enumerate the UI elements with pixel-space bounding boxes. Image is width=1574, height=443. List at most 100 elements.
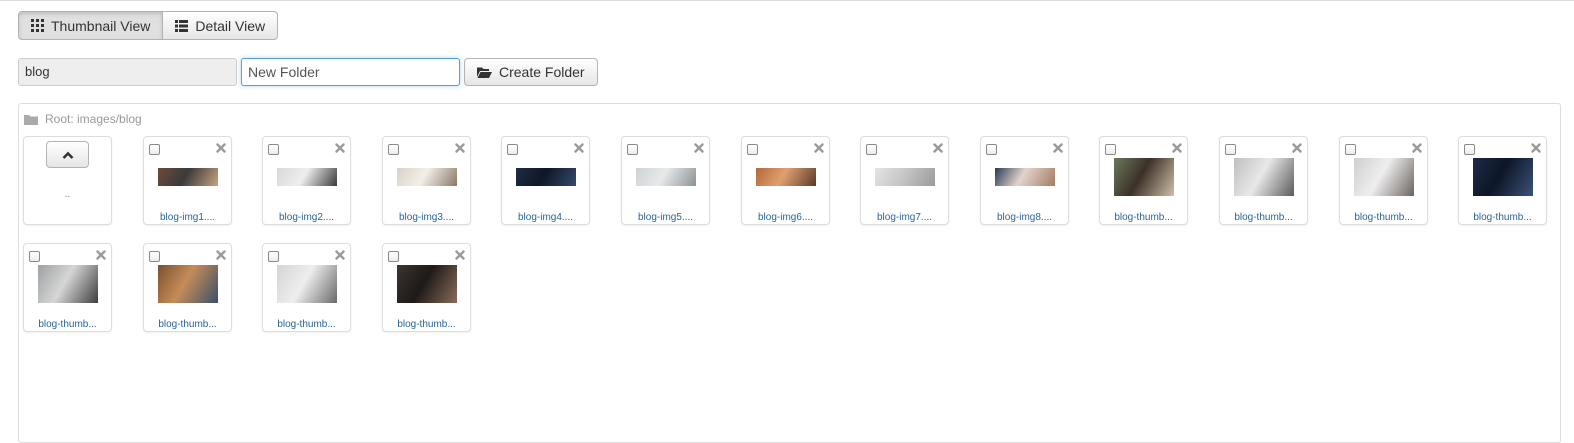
file-tile[interactable]: blog-img2....	[262, 136, 351, 225]
file-name-link[interactable]: blog-thumb...	[1100, 212, 1187, 223]
file-name-link[interactable]: blog-img3....	[383, 212, 470, 223]
file-name-link[interactable]: blog-img1....	[144, 212, 231, 223]
file-tile[interactable]: blog-thumb...	[1458, 136, 1547, 225]
delete-icon[interactable]	[1292, 143, 1302, 153]
delete-icon[interactable]	[1531, 143, 1541, 153]
detail-view-label: Detail View	[195, 17, 266, 34]
file-tile[interactable]: blog-img3....	[382, 136, 471, 225]
delete-icon[interactable]	[216, 143, 226, 153]
file-name-link[interactable]: blog-img6....	[742, 212, 829, 223]
image-thumbnail[interactable]	[1233, 157, 1294, 196]
grid-icon	[31, 19, 44, 32]
delete-icon[interactable]	[1172, 143, 1182, 153]
thumbnail-view-button[interactable]: Thumbnail View	[18, 11, 164, 40]
delete-icon[interactable]	[574, 143, 584, 153]
image-thumbnail[interactable]	[37, 264, 98, 303]
select-checkbox[interactable]	[149, 251, 160, 262]
list-icon	[175, 19, 189, 32]
select-checkbox[interactable]	[388, 144, 399, 155]
delete-icon[interactable]	[814, 143, 824, 153]
file-tile[interactable]: blog-thumb...	[1219, 136, 1308, 225]
image-thumbnail[interactable]	[157, 264, 218, 303]
file-name-link[interactable]: blog-thumb...	[1220, 212, 1307, 223]
file-tile[interactable]: blog-img4....	[501, 136, 590, 225]
select-checkbox[interactable]	[1345, 144, 1356, 155]
file-name-link[interactable]: blog-img5....	[622, 212, 709, 223]
file-tile[interactable]: blog-img8....	[980, 136, 1069, 225]
file-name-link[interactable]: blog-img2....	[263, 212, 350, 223]
select-checkbox[interactable]	[1464, 144, 1475, 155]
select-checkbox[interactable]	[986, 144, 997, 155]
file-name-link[interactable]: blog-thumb...	[263, 319, 350, 330]
view-toggle: Thumbnail View Detail View	[18, 11, 279, 40]
file-name-link[interactable]: blog-thumb...	[383, 319, 470, 330]
file-name-link[interactable]: blog-thumb...	[144, 319, 231, 330]
create-folder-button[interactable]: Create Folder	[464, 58, 598, 86]
file-name-link[interactable]: blog-thumb...	[24, 319, 111, 330]
current-path-field: blog	[18, 58, 237, 86]
image-thumbnail[interactable]	[276, 167, 337, 186]
image-thumbnail[interactable]	[1472, 157, 1533, 196]
file-tile[interactable]: blog-thumb...	[382, 243, 471, 332]
select-checkbox[interactable]	[29, 251, 40, 262]
parent-folder-tile[interactable]: ..	[23, 136, 112, 225]
detail-view-button[interactable]: Detail View	[163, 11, 279, 40]
delete-icon[interactable]	[335, 250, 345, 260]
image-thumbnail[interactable]	[874, 167, 935, 186]
select-checkbox[interactable]	[1225, 144, 1236, 155]
file-tile[interactable]: blog-img1....	[143, 136, 232, 225]
select-checkbox[interactable]	[1105, 144, 1116, 155]
file-tile[interactable]: blog-img5....	[621, 136, 710, 225]
image-thumbnail[interactable]	[396, 264, 457, 303]
breadcrumb: Root: images/blog	[24, 112, 142, 126]
media-panel: Root: images/blog .. blog-img1.... blog-i…	[18, 103, 1561, 443]
delete-icon[interactable]	[1053, 143, 1063, 153]
go-up-button[interactable]	[46, 141, 89, 168]
select-checkbox[interactable]	[268, 251, 279, 262]
delete-icon[interactable]	[1412, 143, 1422, 153]
file-tile[interactable]: blog-thumb...	[143, 243, 232, 332]
file-name-link[interactable]: blog-img8....	[981, 212, 1068, 223]
image-thumbnail[interactable]	[276, 264, 337, 303]
delete-icon[interactable]	[694, 143, 704, 153]
image-thumbnail[interactable]	[755, 167, 816, 186]
new-folder-input[interactable]	[241, 58, 460, 86]
image-thumbnail[interactable]	[635, 167, 696, 186]
file-tile[interactable]: blog-img7....	[860, 136, 949, 225]
select-checkbox[interactable]	[747, 144, 758, 155]
delete-icon[interactable]	[455, 143, 465, 153]
parent-folder-label: ..	[64, 189, 71, 200]
image-thumbnail[interactable]	[157, 167, 218, 186]
delete-icon[interactable]	[216, 250, 226, 260]
delete-icon[interactable]	[455, 250, 465, 260]
file-name-link[interactable]: blog-img7....	[861, 212, 948, 223]
select-checkbox[interactable]	[268, 144, 279, 155]
file-tile[interactable]: blog-thumb...	[23, 243, 112, 332]
image-thumbnail[interactable]	[1113, 157, 1174, 196]
file-tile[interactable]: blog-thumb...	[1339, 136, 1428, 225]
delete-icon[interactable]	[933, 143, 943, 153]
select-checkbox[interactable]	[627, 144, 638, 155]
image-thumbnail[interactable]	[515, 167, 576, 186]
select-checkbox[interactable]	[149, 144, 160, 155]
file-name-link[interactable]: blog-thumb...	[1459, 212, 1546, 223]
image-thumbnail[interactable]	[396, 167, 457, 186]
folder-open-icon	[477, 67, 492, 78]
file-name-link[interactable]: blog-thumb...	[1340, 212, 1427, 223]
select-checkbox[interactable]	[388, 251, 399, 262]
select-checkbox[interactable]	[866, 144, 877, 155]
image-thumbnail[interactable]	[1353, 157, 1414, 196]
image-thumbnail[interactable]	[994, 167, 1055, 186]
chevron-up-icon	[62, 151, 73, 159]
folder-icon	[24, 114, 38, 125]
file-tile[interactable]: blog-thumb...	[262, 243, 351, 332]
select-checkbox[interactable]	[507, 144, 518, 155]
thumbnail-view-label: Thumbnail View	[51, 17, 151, 34]
delete-icon[interactable]	[335, 143, 345, 153]
delete-icon[interactable]	[96, 250, 106, 260]
create-folder-label: Create Folder	[499, 64, 585, 80]
file-tile[interactable]: blog-thumb...	[1099, 136, 1188, 225]
file-name-link[interactable]: blog-img4....	[502, 212, 589, 223]
file-tile[interactable]: blog-img6....	[741, 136, 830, 225]
breadcrumb-path: Root: images/blog	[45, 112, 142, 126]
